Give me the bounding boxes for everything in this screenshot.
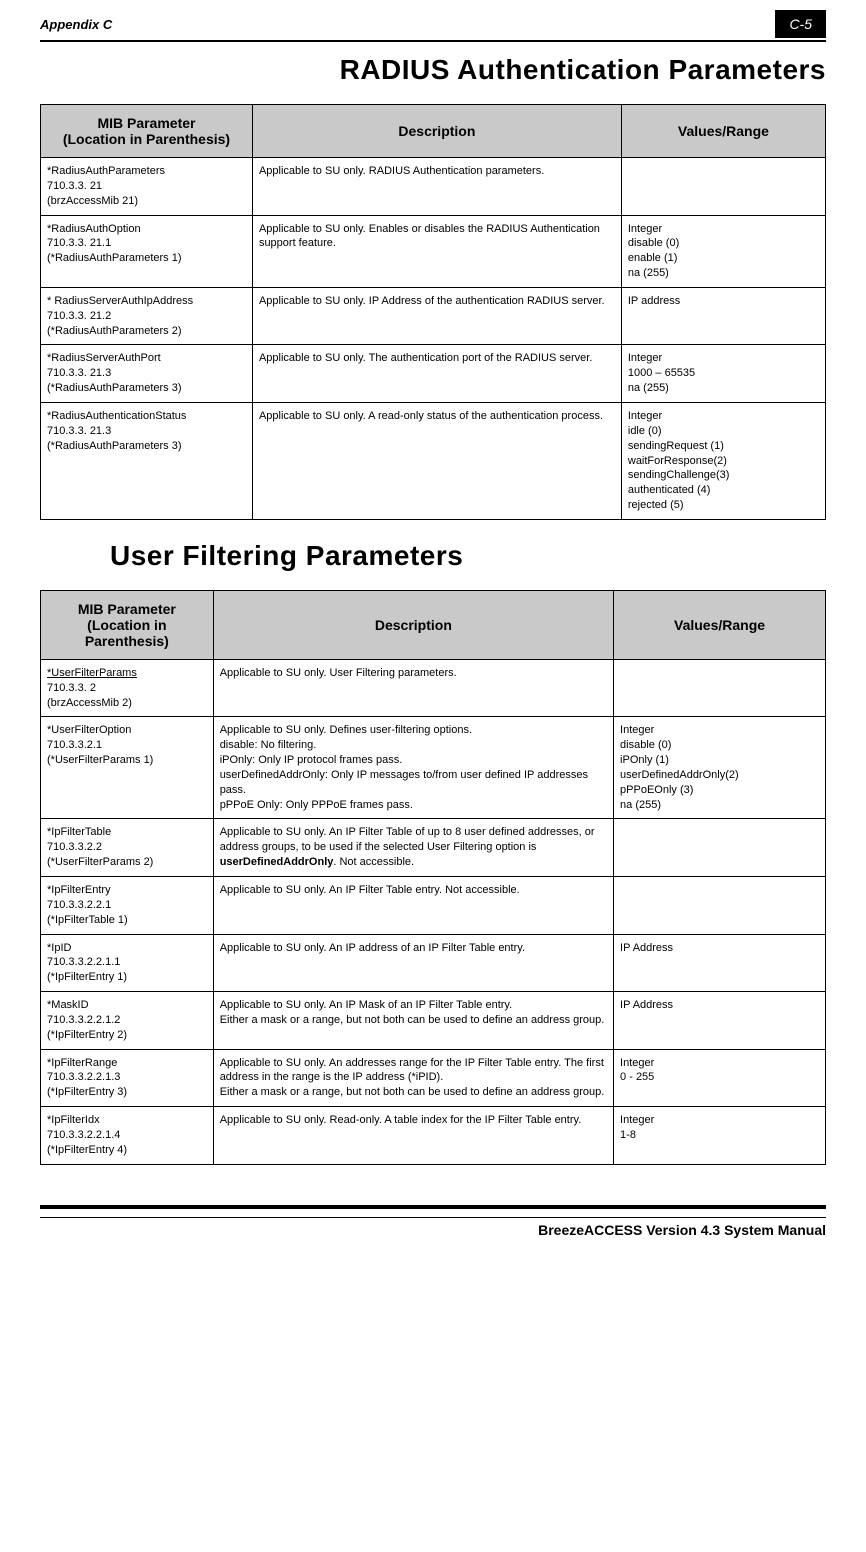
radius-table: MIB Parameter(Location in Parenthesis) D… [40,104,826,520]
appendix-label: Appendix C [40,17,112,32]
table-row: *RadiusServerAuthPort710.3.3. 21.3(*Radi… [41,345,826,403]
cell-param: *RadiusAuthParameters710.3.3. 21(brzAcce… [41,158,253,216]
cell-desc: Applicable to SU only. An IP Filter Tabl… [213,819,613,877]
cell-param: *IpFilterIdx710.3.3.2.2.1.4(*IpFilterEnt… [41,1107,214,1165]
table-row: *RadiusAuthenticationStatus710.3.3. 21.3… [41,402,826,519]
cell-val [614,877,826,935]
table-row: *IpFilterEntry710.3.3.2.2.1(*IpFilterTab… [41,877,826,935]
cell-param: *IpID710.3.3.2.2.1.1(*IpFilterEntry 1) [41,934,214,992]
cell-desc: Applicable to SU only. Enables or disabl… [252,215,621,287]
cell-desc: Applicable to SU only. IP Address of the… [252,287,621,345]
cell-val: IP Address [614,934,826,992]
col-header-desc: Description [213,590,613,659]
cell-desc: Applicable to SU only. Defines user-filt… [213,717,613,819]
cell-desc: Applicable to SU only. The authenticatio… [252,345,621,403]
table-row: *IpFilterRange710.3.3.2.2.1.3(*IpFilterE… [41,1049,826,1107]
cell-param: *IpFilterEntry710.3.3.2.2.1(*IpFilterTab… [41,877,214,935]
col-header-param: MIB Parameter(Location in Parenthesis) [41,590,214,659]
table-row: * RadiusServerAuthIpAddress710.3.3. 21.2… [41,287,826,345]
table-row: *RadiusAuthParameters710.3.3. 21(brzAcce… [41,158,826,216]
cell-desc: Applicable to SU only. A read-only statu… [252,402,621,519]
cell-val: Integer0 - 255 [614,1049,826,1107]
cell-desc: Applicable to SU only. Read-only. A tabl… [213,1107,613,1165]
cell-param: *IpFilterTable710.3.3.2.2(*UserFilterPar… [41,819,214,877]
cell-param: *RadiusAuthenticationStatus710.3.3. 21.3… [41,402,253,519]
section-title-userfilter: User Filtering Parameters [110,540,826,572]
cell-val [614,659,826,717]
cell-desc: Applicable to SU only. An IP Filter Tabl… [213,877,613,935]
cell-val: Integer1-8 [614,1107,826,1165]
table-row: *MaskID710.3.3.2.2.1.2(*IpFilterEntry 2)… [41,992,826,1050]
section-title-radius: RADIUS Authentication Parameters [40,54,826,86]
table-row: *RadiusAuthOption710.3.3. 21.1(*RadiusAu… [41,215,826,287]
header-divider [40,40,826,42]
table-row: *UserFilterParams710.3.3. 2(brzAccessMib… [41,659,826,717]
cell-param: *RadiusAuthOption710.3.3. 21.1(*RadiusAu… [41,215,253,287]
cell-val: IP Address [614,992,826,1050]
cell-desc: Applicable to SU only. An IP address of … [213,934,613,992]
table-row: *IpFilterIdx710.3.3.2.2.1.4(*IpFilterEnt… [41,1107,826,1165]
cell-desc: Applicable to SU only. RADIUS Authentica… [252,158,621,216]
cell-val [614,819,826,877]
cell-val: Integer1000 – 65535na (255) [621,345,825,403]
cell-desc: Applicable to SU only. An IP Mask of an … [213,992,613,1050]
cell-val: Integerdisable (0)enable (1)na (255) [621,215,825,287]
cell-param: *UserFilterOption710.3.3.2.1(*UserFilter… [41,717,214,819]
cell-val: Integerdisable (0)iPOnly (1)userDefinedA… [614,717,826,819]
userfilter-table: MIB Parameter(Location in Parenthesis) D… [40,590,826,1165]
page-number: C-5 [775,10,826,38]
col-header-val: Values/Range [614,590,826,659]
cell-param: *RadiusServerAuthPort710.3.3. 21.3(*Radi… [41,345,253,403]
cell-val: Integeridle (0)sendingRequest (1)waitFor… [621,402,825,519]
cell-val [621,158,825,216]
table-row: *IpID710.3.3.2.2.1.1(*IpFilterEntry 1) A… [41,934,826,992]
cell-desc: Applicable to SU only. An addresses rang… [213,1049,613,1107]
footer: BreezeACCESS Version 4.3 System Manual [40,1205,826,1238]
col-header-val: Values/Range [621,105,825,158]
cell-param: * RadiusServerAuthIpAddress710.3.3. 21.2… [41,287,253,345]
col-header-param: MIB Parameter(Location in Parenthesis) [41,105,253,158]
page-header: Appendix C C-5 [40,10,826,38]
footer-text: BreezeACCESS Version 4.3 System Manual [40,1217,826,1238]
cell-param: *IpFilterRange710.3.3.2.2.1.3(*IpFilterE… [41,1049,214,1107]
col-header-desc: Description [252,105,621,158]
table-row: *IpFilterTable710.3.3.2.2(*UserFilterPar… [41,819,826,877]
cell-desc: Applicable to SU only. User Filtering pa… [213,659,613,717]
cell-val: IP address [621,287,825,345]
cell-param: *MaskID710.3.3.2.2.1.2(*IpFilterEntry 2) [41,992,214,1050]
table-row: *UserFilterOption710.3.3.2.1(*UserFilter… [41,717,826,819]
cell-param: *UserFilterParams710.3.3. 2(brzAccessMib… [41,659,214,717]
